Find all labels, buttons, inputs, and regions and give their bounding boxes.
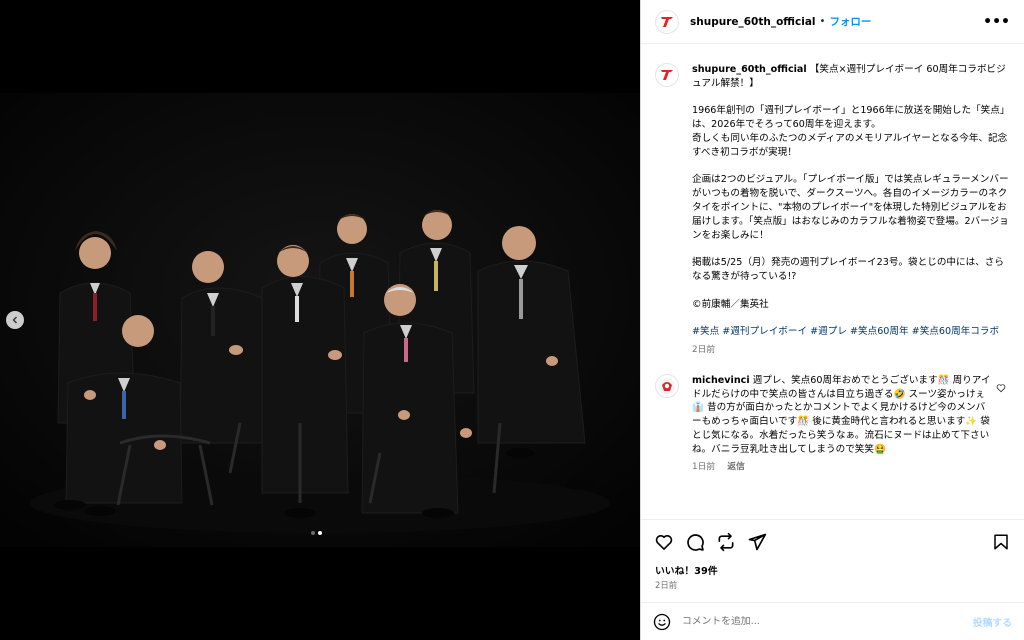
emoji-icon[interactable] xyxy=(653,613,671,631)
commenter-avatar[interactable] xyxy=(655,373,679,398)
post-side-panel: shupure_60th_official • フォロー ••• shupure… xyxy=(640,0,1024,640)
post-header: shupure_60th_official • フォロー ••• xyxy=(641,0,1024,44)
post-photo[interactable] xyxy=(0,93,640,547)
comment-username[interactable]: michevinci xyxy=(692,375,750,386)
brand-logo-icon xyxy=(661,70,673,80)
bookmark-icon xyxy=(994,534,1008,549)
caption-hashtags[interactable]: #笑点 #週刊プレイボーイ #週プレ #笑点60周年 #笑点60周年コラボ xyxy=(692,325,1010,339)
brand-logo-icon xyxy=(661,16,673,27)
heart-icon xyxy=(655,534,673,550)
comments-scroll-area[interactable]: shupure_60th_official 【笑点×週刊プレイボーイ 60周年コ… xyxy=(641,45,1024,519)
post-caption: shupure_60th_official 【笑点×週刊プレイボーイ 60周年コ… xyxy=(655,63,1010,358)
post-actions-bar xyxy=(641,519,1024,563)
separator-dot: • xyxy=(819,16,826,27)
header-username[interactable]: shupure_60th_official xyxy=(690,16,816,28)
comment-bubble-icon xyxy=(687,533,704,551)
comment-input[interactable] xyxy=(682,616,973,627)
caption-paragraph-3: 掲載は5/25（月）発売の週刊プレイボーイ23号。袋とじの中には、さらなる驚きが… xyxy=(692,257,1004,282)
account-avatar[interactable] xyxy=(655,9,679,34)
like-count[interactable]: いいね！39件 xyxy=(655,563,718,577)
share-button[interactable] xyxy=(746,531,768,553)
save-button[interactable] xyxy=(990,531,1012,553)
caption-avatar[interactable] xyxy=(655,63,679,87)
comment-like-button[interactable] xyxy=(996,378,1006,397)
comment-composer: 投稿する xyxy=(641,602,1024,640)
follow-button[interactable]: フォロー xyxy=(829,14,871,29)
comment-time[interactable]: 1日前 xyxy=(692,461,715,475)
caption-paragraph-1: 1966年創刊の「週刊プレイボーイ」と1966年に放送を開始した「笑点」は、20… xyxy=(692,105,1010,158)
comment-button[interactable] xyxy=(684,531,706,553)
more-options-icon[interactable]: ••• xyxy=(983,14,1010,30)
comment-text-line: michevinci 週プレ、笑点60周年おめでとうございます🎊 周りアイドルだ… xyxy=(692,374,992,457)
carousel-dot-active xyxy=(318,531,322,535)
comment-item: michevinci 週プレ、笑点60周年おめでとうございます🎊 周りアイドルだ… xyxy=(655,373,1010,475)
like-button[interactable] xyxy=(653,531,675,553)
carousel-prev-button[interactable] xyxy=(6,311,24,329)
caption-paragraph-2: 企画は2つのビジュアル。「プレイボーイ版」では笑点レギュラーメンバーがいつもの着… xyxy=(692,174,1009,241)
comment-text: 週プレ、笑点60周年おめでとうございます🎊 周りアイドルだらけの中で笑点の皆さん… xyxy=(692,374,991,455)
caption-username[interactable]: shupure_60th_official xyxy=(692,64,807,75)
comment-meta: 1日前 返信 xyxy=(692,461,992,475)
repost-icon xyxy=(718,532,734,551)
heart-icon xyxy=(996,384,1006,393)
carousel-indicator xyxy=(311,531,322,535)
post-media xyxy=(0,0,640,640)
caption-credit: ©前康輔／集英社 xyxy=(692,298,769,310)
caption-body: shupure_60th_official 【笑点×週刊プレイボーイ 60周年コ… xyxy=(692,63,1010,358)
caption-title-line: shupure_60th_official 【笑点×週刊プレイボーイ 60周年コ… xyxy=(692,63,1010,91)
post-comment-button[interactable]: 投稿する xyxy=(973,615,1012,629)
chevron-left-icon xyxy=(12,316,17,324)
group-photo-illustration xyxy=(0,93,640,547)
carousel-dot xyxy=(311,531,315,535)
repost-button[interactable] xyxy=(715,531,737,553)
reply-button[interactable]: 返信 xyxy=(727,461,745,475)
comment-body: michevinci 週プレ、笑点60周年おめでとうございます🎊 周りアイドルだ… xyxy=(692,374,992,475)
paper-plane-icon xyxy=(748,533,767,550)
caption-time[interactable]: 2日前 xyxy=(692,344,1010,358)
user-avatar-icon xyxy=(659,377,675,394)
post-age[interactable]: 2日前 xyxy=(655,579,677,591)
